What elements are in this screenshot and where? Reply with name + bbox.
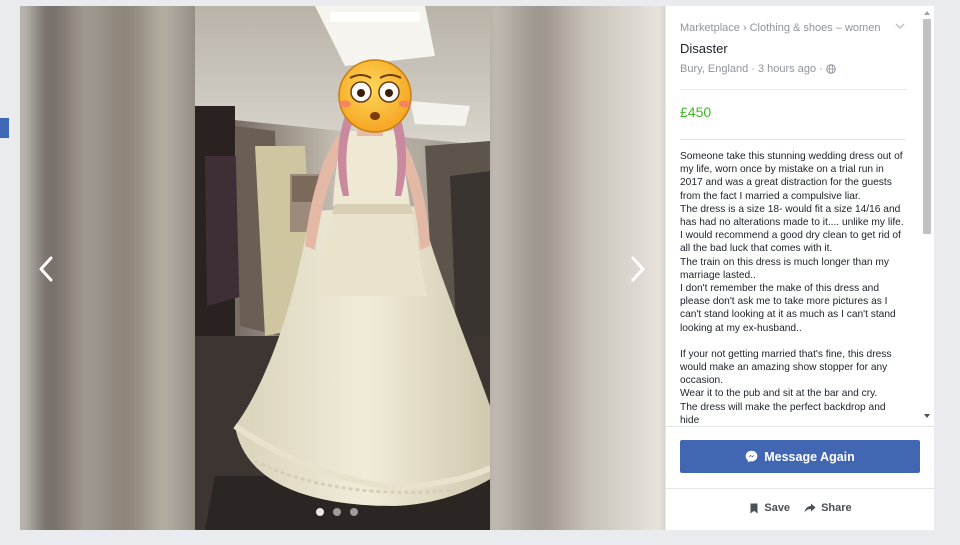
photo-viewer <box>20 6 665 530</box>
message-again-button[interactable]: Message Again <box>680 440 920 473</box>
scroll-down-arrow-icon[interactable] <box>923 412 931 420</box>
messenger-icon <box>745 450 758 463</box>
side-tab-indicator[interactable] <box>0 118 9 138</box>
photo-dot-3[interactable] <box>350 508 358 516</box>
listing-details-scroll[interactable]: Marketplace › Clothing & shoes – women D… <box>666 6 934 426</box>
listing-price: £450 <box>680 104 712 120</box>
chevron-down-icon[interactable] <box>894 21 906 31</box>
photo-dot-2[interactable] <box>333 508 341 516</box>
divider <box>680 89 906 90</box>
next-photo-button[interactable] <box>625 252 651 286</box>
description-paragraph: Wear it to the pub and sit at the bar an… <box>680 388 878 400</box>
meta-dot: · <box>819 63 823 75</box>
listing-title: Disaster <box>680 41 728 56</box>
description-paragraph: I would recommend a good dry clean to ge… <box>680 230 901 255</box>
scrollbar-thumb[interactable] <box>923 19 931 234</box>
globe-icon <box>825 64 836 74</box>
listing-photo <box>195 6 490 530</box>
description-paragraph: If your not getting married that's fine,… <box>680 348 892 387</box>
chevron-left-icon <box>39 256 53 282</box>
wedding-dress-photo <box>195 6 490 530</box>
listing-meta: Bury, England · 3 hours ago · <box>680 61 921 77</box>
breadcrumb-category[interactable]: Clothing & shoes – women <box>750 22 881 34</box>
share-arrow-icon <box>804 503 816 512</box>
description-paragraph: The dress is a size 18- would fit a size… <box>680 203 904 229</box>
message-again-label: Message Again <box>764 449 855 464</box>
divider <box>680 139 906 140</box>
divider <box>666 488 934 489</box>
share-button[interactable]: Share <box>804 502 852 514</box>
breadcrumb-separator: › <box>742 22 747 34</box>
chevron-right-icon <box>631 256 645 282</box>
description-paragraph: Someone take this stunning wedding dress… <box>680 151 903 202</box>
share-label: Share <box>821 502 852 514</box>
description-gap <box>680 335 906 348</box>
listing-info-panel: Marketplace › Clothing & shoes – women D… <box>665 6 934 530</box>
listing-location[interactable]: Bury, England <box>680 63 748 75</box>
listing-description: Someone take this stunning wedding dress… <box>680 150 906 426</box>
photo-dot-1[interactable] <box>316 508 324 516</box>
description-paragraph: I don't remember the make of this dress … <box>680 283 896 334</box>
previous-photo-button[interactable] <box>33 252 59 286</box>
description-paragraph: The train on this dress is much longer t… <box>680 256 889 281</box>
listing-actions: Message Again Save Share <box>666 426 934 530</box>
breadcrumb: Marketplace › Clothing & shoes – women <box>680 20 921 36</box>
breadcrumb-marketplace[interactable]: Marketplace <box>680 22 740 34</box>
footer-actions: Save Share <box>666 502 934 514</box>
listing-posted-time[interactable]: 3 hours ago <box>758 63 816 75</box>
scroll-up-arrow-icon[interactable] <box>923 9 931 17</box>
meta-dot: · <box>751 63 755 75</box>
save-button[interactable]: Save <box>749 502 790 514</box>
bookmark-icon <box>750 503 758 513</box>
scrollbar[interactable] <box>920 6 934 426</box>
photo-pagination-dots <box>316 508 358 516</box>
marketplace-listing-modal: Marketplace › Clothing & shoes – women D… <box>20 6 934 530</box>
save-label: Save <box>764 502 791 514</box>
description-paragraph: The dress will make the perfect backdrop… <box>680 401 886 426</box>
